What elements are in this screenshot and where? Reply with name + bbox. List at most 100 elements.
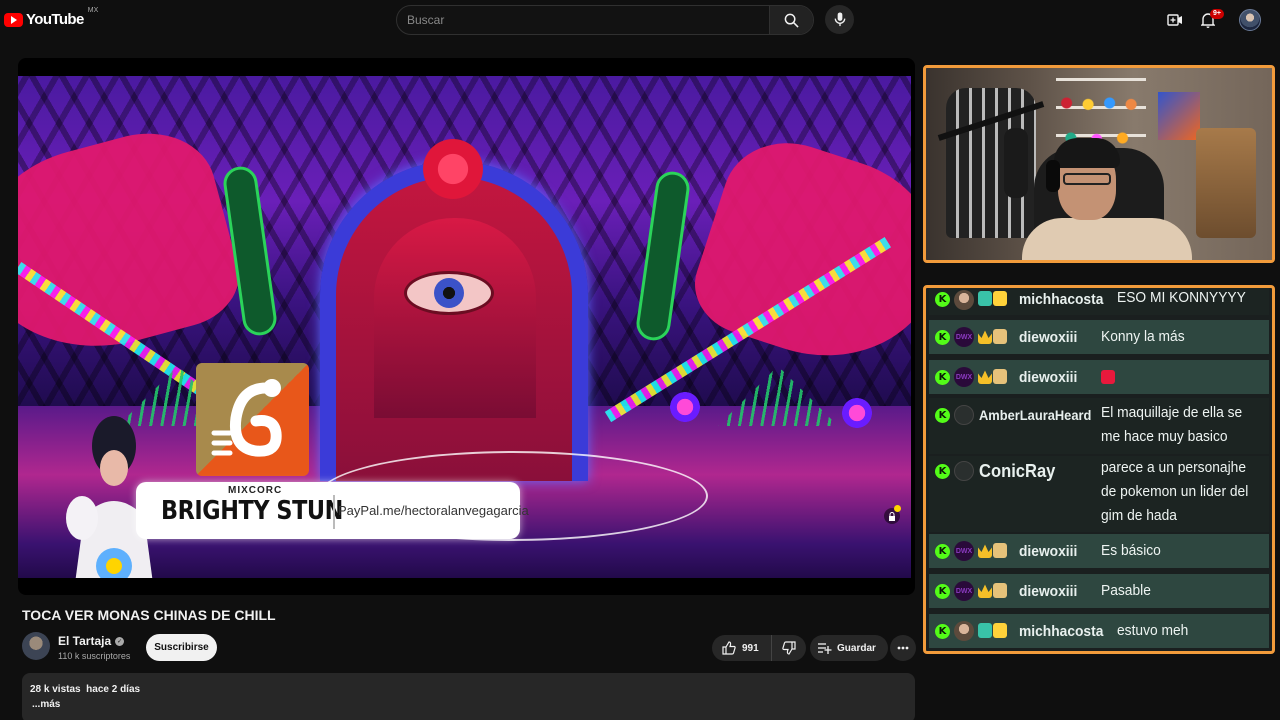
- user-avatar: DWX: [954, 327, 974, 347]
- webcam-streamer-hair: [1054, 138, 1120, 168]
- gift-badge-icon: [993, 623, 1007, 638]
- snake-logo-icon: [211, 379, 282, 457]
- chat-username[interactable]: AmberLauraHeard: [979, 407, 1091, 423]
- neon-plant-right: [718, 366, 838, 426]
- chat-message-text: ESO MI KONNYYYY: [1117, 289, 1246, 306]
- kick-icon: K: [935, 408, 950, 423]
- subscriber-badge-icon: [993, 543, 1007, 558]
- subscriber-badge-icon: [993, 329, 1007, 344]
- subscriber-badge-icon: [993, 583, 1007, 598]
- webcam-poster: [1158, 92, 1200, 140]
- kick-icon: K: [935, 370, 950, 385]
- user-avatar: DWX: [954, 367, 974, 387]
- crown-badge-icon: [978, 584, 992, 598]
- video-frame: MIXCORC BRIGHTY STUN PayPal.me/hectorala…: [18, 76, 911, 578]
- streamer-webcam: [923, 65, 1275, 263]
- chat-message: K AmberLauraHeard El maquillaje de ella …: [929, 398, 1269, 454]
- stage-doorway: [374, 218, 536, 418]
- kick-icon: K: [935, 292, 950, 307]
- description-box[interactable]: [22, 673, 915, 720]
- kick-icon: K: [935, 464, 950, 479]
- webcam-streamer-glasses: [1063, 173, 1111, 185]
- playlist-add-icon: [818, 643, 832, 654]
- paypal-link-text: PayPal.me/hectoralanvegagarcia: [338, 503, 529, 518]
- like-button[interactable]: 991: [712, 635, 772, 661]
- channel-name-link[interactable]: El Tartaja ✓: [58, 634, 125, 648]
- chat-username[interactable]: michhacosta: [1019, 623, 1103, 640]
- search-box: [396, 5, 814, 35]
- kick-icon: K: [935, 584, 950, 599]
- subscriber-badge-icon: [978, 623, 992, 638]
- lower-third-label: MIXCORC: [228, 485, 283, 496]
- save-label: Guardar: [837, 642, 876, 654]
- emote-icon: [1101, 370, 1115, 384]
- region-code: MX: [87, 7, 99, 14]
- video-title: TOCA VER MONAS CHINAS DE CHILL: [22, 607, 276, 623]
- webcam-streamer-body: [1022, 218, 1192, 260]
- user-avatar: [954, 461, 974, 481]
- chat-message-text: estuvo meh: [1117, 622, 1189, 639]
- neon-flower: [838, 394, 876, 432]
- search-button[interactable]: [769, 6, 813, 34]
- account-avatar[interactable]: [1239, 9, 1261, 31]
- webcam-cat-tree: [1196, 128, 1256, 238]
- top-bar: YouTube MX 9+: [0, 0, 1280, 40]
- voice-search-button[interactable]: [825, 5, 854, 34]
- chat-username[interactable]: ConicRay: [979, 461, 1055, 482]
- chat-username[interactable]: diewoxiii: [1019, 369, 1077, 386]
- kick-icon: K: [935, 624, 950, 639]
- more-actions-button[interactable]: [890, 635, 916, 661]
- chat-message: K DWX diewoxiii: [929, 360, 1269, 394]
- like-dislike-group: 991: [712, 635, 806, 661]
- chat-message-text-line: parece a un personajhe: [1101, 459, 1247, 476]
- webcam-headphones: [1046, 160, 1060, 192]
- logo-text: YouTube: [26, 11, 84, 28]
- user-avatar: DWX: [954, 541, 974, 561]
- dislike-button[interactable]: [772, 635, 806, 661]
- channel-avatar[interactable]: [22, 632, 50, 660]
- chat-message: K michhacosta ESO MI KONNYYYY: [929, 288, 1269, 315]
- chat-username[interactable]: michhacosta: [1019, 291, 1103, 308]
- kick-icon: K: [935, 544, 950, 559]
- youtube-play-icon: [4, 12, 23, 27]
- verified-check-icon: ✓: [115, 636, 125, 646]
- lower-third-divider: [333, 495, 335, 529]
- chat-message-text-line: gim de hada: [1101, 507, 1177, 524]
- crown-badge-icon: [978, 544, 992, 558]
- performer-name: BRIGHTY STUN: [161, 496, 343, 526]
- chat-message-text: Konny la más: [1101, 328, 1185, 345]
- video-player[interactable]: MIXCORC BRIGHTY STUN PayPal.me/hectorala…: [18, 58, 915, 595]
- create-button[interactable]: [1166, 11, 1184, 29]
- gift-badge-icon: [993, 291, 1007, 306]
- subscriber-badge-icon: [978, 291, 992, 306]
- chat-message-text: Es básico: [1101, 542, 1161, 559]
- subscriber-badge-icon: [993, 369, 1007, 384]
- user-avatar: [954, 405, 974, 425]
- subscribe-button[interactable]: Suscribirse: [146, 634, 217, 661]
- lock-badge-dot: [894, 505, 901, 512]
- chat-username[interactable]: diewoxiii: [1019, 543, 1077, 560]
- chat-message: K ConicRay parece a un personajhe de pok…: [929, 456, 1269, 532]
- crown-badge-icon: [978, 330, 992, 344]
- youtube-logo[interactable]: YouTube MX: [4, 7, 98, 28]
- chat-username[interactable]: diewoxiii: [1019, 583, 1077, 600]
- chat-message: K DWX diewoxiii Es básico: [929, 534, 1269, 568]
- chat-username[interactable]: diewoxiii: [1019, 329, 1077, 346]
- show-more-link[interactable]: ...más: [32, 699, 60, 710]
- channel-name: El Tartaja: [58, 634, 112, 648]
- neon-flower: [666, 388, 704, 426]
- search-input[interactable]: [397, 6, 769, 34]
- lock-icon: [889, 511, 895, 521]
- crown-badge-icon: [978, 370, 992, 384]
- chat-message-text-line: me hace muy basico: [1101, 428, 1228, 445]
- chat-message: K DWX diewoxiii Konny la más: [929, 320, 1269, 354]
- neon-cactus-right: [634, 169, 692, 343]
- stage-eye-decoration: [404, 271, 494, 315]
- more-horizontal-icon: [897, 646, 909, 650]
- notification-count-badge: 9+: [1210, 9, 1224, 19]
- channel-watermark-icon[interactable]: [880, 568, 898, 578]
- user-avatar: [954, 621, 974, 641]
- chat-message-text-line: de pokemon un lider del: [1101, 483, 1249, 500]
- view-count-and-date: 28 k vistas hace 2 días: [30, 684, 141, 695]
- save-button[interactable]: Guardar: [810, 635, 888, 661]
